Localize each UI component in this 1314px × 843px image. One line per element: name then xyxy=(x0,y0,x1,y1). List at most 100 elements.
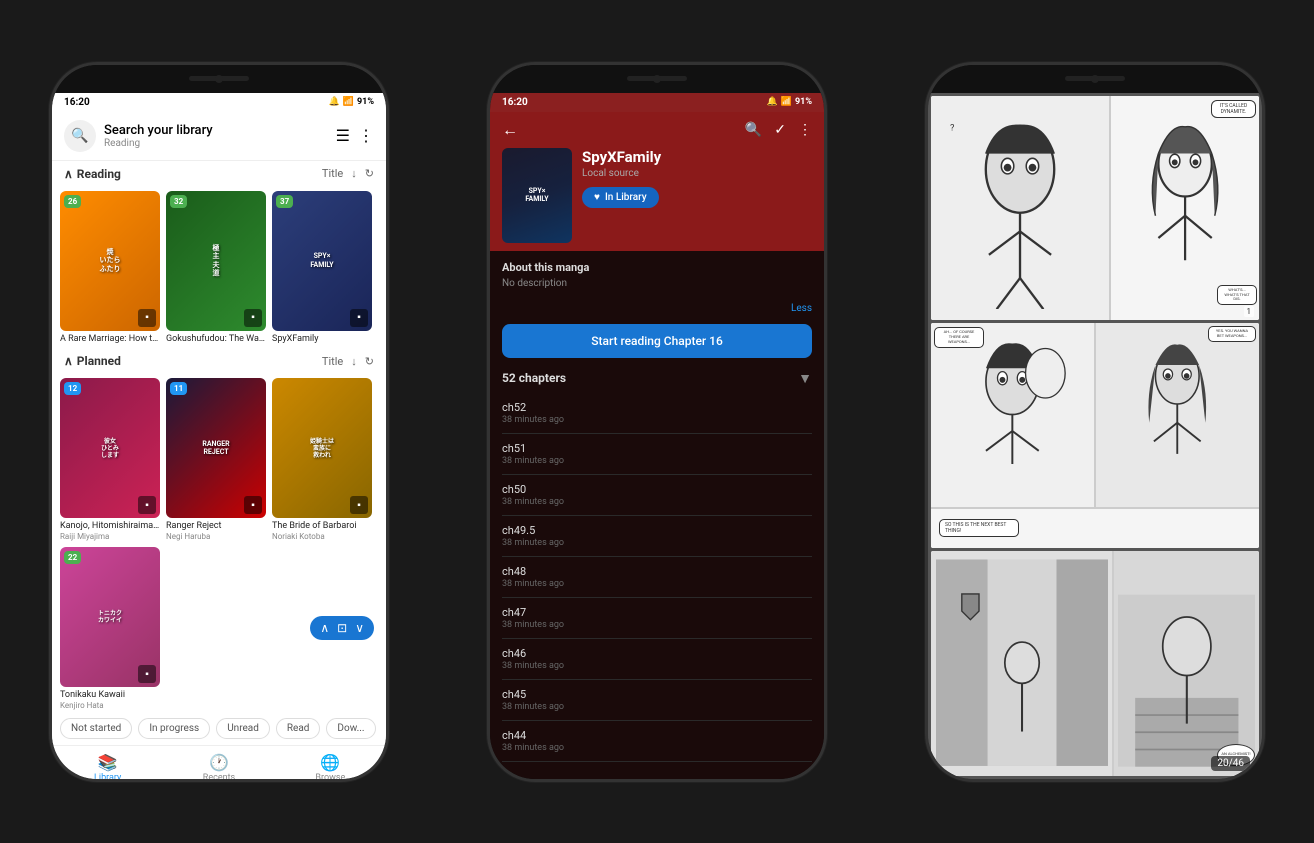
phone-detail: 16:20 🔔 📶 91% ← 🔍 ✓ ⋮ SPY×FAMILY xyxy=(487,62,827,782)
detail-top-bar: ← 🔍 ✓ ⋮ xyxy=(502,120,812,140)
detail-screen: 16:20 🔔 📶 91% ← 🔍 ✓ ⋮ SPY×FAMILY xyxy=(490,93,824,779)
more-icon[interactable]: ⋮ xyxy=(358,126,374,145)
planned-sort-icon[interactable]: ↓ xyxy=(351,355,357,368)
tab-recents[interactable]: 🕐 Recents xyxy=(163,750,274,779)
chip-in-progress[interactable]: In progress xyxy=(138,718,210,739)
badge-4: 12 xyxy=(64,382,81,395)
manga-item-kanojo[interactable]: 彼女ひとみします 12 ▪ Kanojo, Hitomishiraimasu R… xyxy=(60,378,160,541)
planned-refresh-icon[interactable]: ↻ xyxy=(365,355,374,368)
page2-char-right xyxy=(1108,337,1247,493)
manga-author-7: Kenjiro Hata xyxy=(60,701,160,710)
status-icons-2: 🔔 📶 91% xyxy=(767,97,812,107)
library-tab-label: Library xyxy=(94,773,121,779)
manga-author-6: Noriaki Kotoba xyxy=(272,532,372,541)
manga-item-tonikaku[interactable]: トニカクカワイイ 22 ▪ Tonikaku Kawaii Kenjiro Ha… xyxy=(60,547,160,710)
chapter-name-48: ch48 xyxy=(502,565,812,578)
start-reading-button[interactable]: Start reading Chapter 16 xyxy=(502,324,812,358)
chapter-list: ch52 38 minutes ago ch51 38 minutes ago … xyxy=(490,393,824,779)
tab-browse[interactable]: 🌐 Browse xyxy=(275,750,386,779)
mute-icon: 🔔 xyxy=(767,97,778,107)
manga-item-bride[interactable]: 姫騎士は蛮族に救われ ▪ The Bride of Barbaroi Noria… xyxy=(272,378,372,541)
signal-icon-2: 📶 xyxy=(781,97,792,107)
search-input-area[interactable]: 🔍 Search your library Reading xyxy=(64,120,336,152)
chapter-name-45: ch45 xyxy=(502,688,812,701)
bookmark-detail-icon[interactable]: ✓ xyxy=(774,122,786,138)
more-detail-icon[interactable]: ⋮ xyxy=(798,122,812,138)
tab-library[interactable]: 📚 Library xyxy=(52,750,163,779)
manga-info: SPY×FAMILY SpyXFamily Local source ♥ In … xyxy=(502,148,812,243)
collapse-planned-icon[interactable]: ∧ xyxy=(64,354,73,368)
manga-item-ranger[interactable]: RANGERREJECT 11 ▪ Ranger Reject Negi Har… xyxy=(166,378,266,541)
chapters-filter-icon[interactable]: ▼ xyxy=(798,370,812,387)
page3-panel-left xyxy=(931,551,1114,776)
back-icon[interactable]: ← xyxy=(502,120,518,140)
page2-panel-right: YES. YOU WANNA BET WEAPONS... xyxy=(1096,323,1259,506)
recents-tab-icon: 🕐 xyxy=(209,753,229,772)
chip-read[interactable]: Read xyxy=(276,718,321,739)
chip-downloaded[interactable]: Dow... xyxy=(326,718,375,739)
chapter-item-45[interactable]: ch45 38 minutes ago xyxy=(502,680,812,721)
page2-content: AH... OF COURSE THERE ARE WEAPONS... xyxy=(931,323,1259,548)
page2-top-row: AH... OF COURSE THERE ARE WEAPONS... xyxy=(931,323,1259,508)
read-icon-6: ▪ xyxy=(350,496,368,514)
search-actions: ☰ ⋮ xyxy=(336,126,374,145)
page1-content: ? xyxy=(931,96,1259,321)
search-sub: Reading xyxy=(104,138,336,149)
chapter-item-51[interactable]: ch51 38 minutes ago xyxy=(502,434,812,475)
chapter-name-46: ch46 xyxy=(502,647,812,660)
alley-panel xyxy=(936,556,1108,769)
chapter-item-495[interactable]: ch49.5 38 minutes ago xyxy=(502,516,812,557)
manga-title-6: The Bride of Barbaroi xyxy=(272,521,372,532)
page-number-1: 1 xyxy=(1244,306,1255,317)
chapter-time-51: 38 minutes ago xyxy=(502,456,812,466)
manga-detail-header: ← 🔍 ✓ ⋮ SPY×FAMILY SpyXFamily Local sour… xyxy=(490,112,824,251)
reading-sort-label[interactable]: Title xyxy=(322,167,343,180)
about-section: About this manga No description xyxy=(490,251,824,299)
chapter-item-46[interactable]: ch46 38 minutes ago xyxy=(502,639,812,680)
planned-sort-label[interactable]: Title xyxy=(322,355,343,368)
cover-label-1: 焼いたらふたり xyxy=(98,244,123,277)
less-link[interactable]: Less xyxy=(490,299,824,318)
chapter-item-47[interactable]: ch47 38 minutes ago xyxy=(502,598,812,639)
scroll-bookmark-icon[interactable]: ⊡ xyxy=(337,621,347,635)
collapse-reading-icon[interactable]: ∧ xyxy=(64,167,73,181)
spy-cover-inner: SPY×FAMILY xyxy=(502,148,572,243)
scroll-up-icon[interactable]: ∧ xyxy=(320,621,329,635)
reader-screen[interactable]: ? xyxy=(928,93,1262,779)
manga-item-spyfamily[interactable]: SPY×FAMILY 37 ▪ SpyXFamily xyxy=(272,191,372,345)
cover-label-2: 極主夫道 xyxy=(211,240,222,282)
search-detail-icon[interactable]: 🔍 xyxy=(745,122,762,138)
chip-unread[interactable]: Unread xyxy=(216,718,270,739)
manga-item-gokushufudou[interactable]: 極主夫道 32 ▪ Gokushufudou: The Way of the H… xyxy=(166,191,266,345)
filter-icon[interactable]: ☰ xyxy=(336,126,350,145)
chapter-item-48[interactable]: ch48 38 minutes ago xyxy=(502,557,812,598)
filter-chips: Not started In progress Unread Read Dow.… xyxy=(52,712,386,745)
time-2: 16:20 xyxy=(502,97,528,108)
search-title: Search your library xyxy=(104,123,336,138)
badge-1: 26 xyxy=(64,195,81,208)
page2-panel-left: AH... OF COURSE THERE ARE WEAPONS... xyxy=(931,323,1096,506)
search-icon: 🔍 xyxy=(64,120,96,152)
chapter-time-47: 38 minutes ago xyxy=(502,620,812,630)
phone-notch-2 xyxy=(490,65,824,93)
reading-refresh-icon[interactable]: ↻ xyxy=(365,167,374,180)
chip-not-started[interactable]: Not started xyxy=(60,718,132,739)
in-library-button[interactable]: ♥ In Library xyxy=(582,187,659,208)
search-bar: 🔍 Search your library Reading ☰ ⋮ xyxy=(52,112,386,161)
chapter-item-44[interactable]: ch44 38 minutes ago xyxy=(502,721,812,762)
reading-grid: 焼いたらふたり 26 ▪ A Rare Marriage: How to Gri… xyxy=(52,187,386,349)
manga-item-rare-marriage[interactable]: 焼いたらふたり 26 ▪ A Rare Marriage: How to Gri… xyxy=(60,191,160,345)
cover-label-4: 彼女ひとみします xyxy=(99,434,121,464)
front-camera-2 xyxy=(653,75,661,83)
scroll-down-icon[interactable]: ∨ xyxy=(355,621,364,635)
svg-text:?: ? xyxy=(950,122,955,133)
reading-sort-icon[interactable]: ↓ xyxy=(351,167,357,180)
chapter-item-50[interactable]: ch50 38 minutes ago xyxy=(502,475,812,516)
chapter-time-52: 38 minutes ago xyxy=(502,415,812,425)
chapter-item-52[interactable]: ch52 38 minutes ago xyxy=(502,393,812,434)
about-text: No description xyxy=(502,278,812,289)
cover-label-6: 姫騎士は蛮族に救われ xyxy=(308,434,336,464)
front-camera-3 xyxy=(1091,75,1099,83)
chapter-time-495: 38 minutes ago xyxy=(502,538,812,548)
cover-label-3: SPY×FAMILY xyxy=(308,248,335,273)
